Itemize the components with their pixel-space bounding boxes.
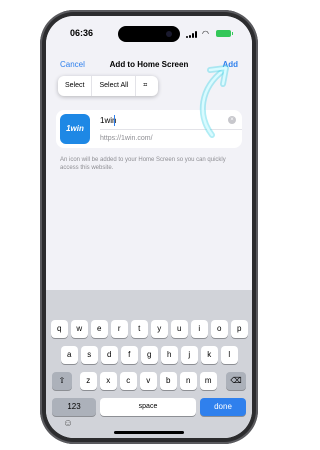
highlight-arrow-icon bbox=[199, 65, 229, 138]
